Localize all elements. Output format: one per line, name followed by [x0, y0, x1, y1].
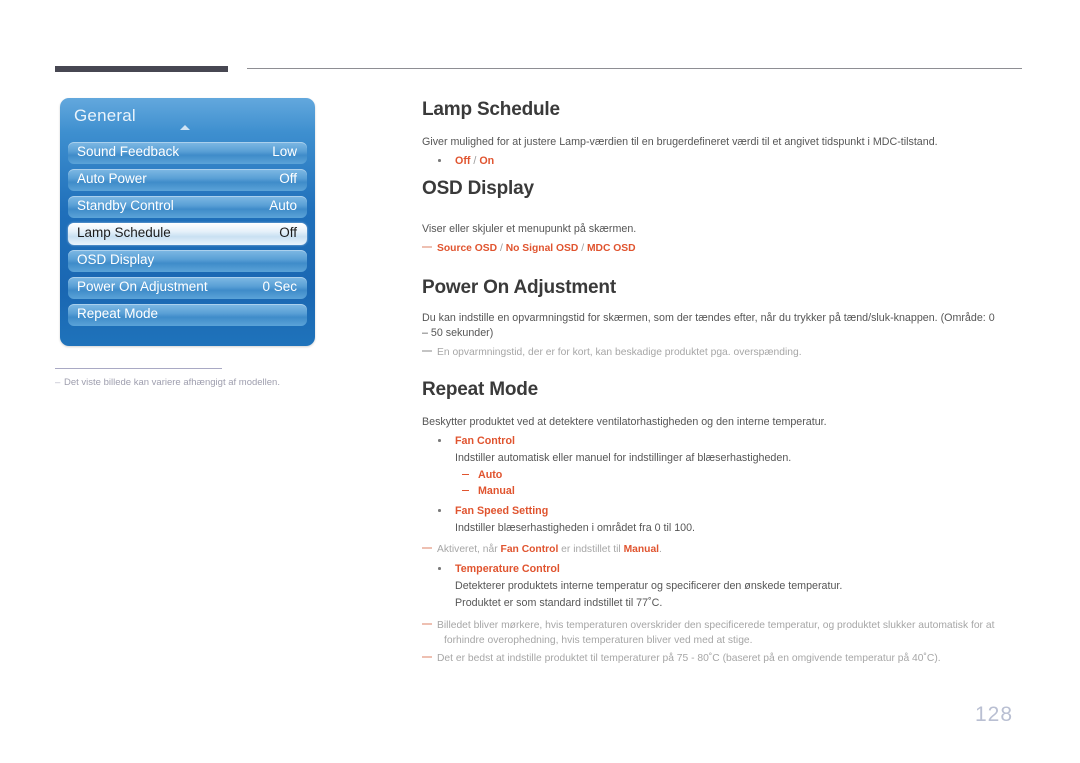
left-note-divider: [55, 368, 222, 369]
lamp-schedule-body: Giver mulighed for at justere Lamp-værdi…: [422, 136, 938, 148]
list-item: Auto: [422, 467, 822, 483]
note-dash-icon: [422, 246, 432, 248]
fan-control-options: Auto Manual: [422, 467, 822, 499]
option-separator: /: [497, 243, 506, 254]
osd-row-value: Off: [279, 171, 297, 186]
bullet-dot-icon: [438, 509, 441, 512]
note-dash-icon: [422, 623, 432, 625]
repeat-mode-temperature-control-item: Temperature Control: [422, 561, 982, 577]
note-text-pre: Aktiveret, når: [437, 544, 501, 555]
best-temperature-note: Det er bedst at indstille produktet til …: [422, 651, 1037, 666]
osd-row-value: Auto: [269, 198, 297, 213]
osd-row-label: OSD Display: [77, 252, 155, 267]
note-dash-icon: [422, 547, 432, 549]
repeat-mode-fan-control-item: Fan Control: [422, 433, 982, 449]
osd-row-lamp-schedule[interactable]: Lamp Schedule Off: [68, 223, 307, 245]
note-text-fan-control: Fan Control: [500, 544, 559, 555]
list-item: Off / On: [422, 153, 822, 169]
fan-speed-setting-description: Indstiller blæserhastigheden i området f…: [455, 522, 696, 534]
osd-row-auto-power[interactable]: Auto Power Off: [68, 169, 307, 191]
osd-row-label: Lamp Schedule: [77, 225, 171, 240]
osd-row-repeat-mode[interactable]: Repeat Mode: [68, 304, 307, 326]
note-text: Det er bedst at indstille produktet til …: [437, 653, 941, 664]
left-note: – Det viste billede kan variere afhængigt…: [55, 376, 385, 390]
osd-row-sound-feedback[interactable]: Sound Feedback Low: [68, 142, 307, 164]
label-fan-control: Fan Control: [455, 435, 515, 447]
osd-display-options-note: Source OSD / No Signal OSD / MDC OSD: [422, 241, 997, 256]
option-auto: Auto: [478, 469, 503, 481]
note-dash-icon: [422, 656, 432, 658]
dash-icon: [462, 490, 469, 492]
note-text-line-2: forhindre overophedning, hvis temperatur…: [444, 635, 753, 646]
heading-lamp-schedule: Lamp Schedule: [422, 99, 560, 120]
list-item: Temperature Control: [422, 561, 982, 577]
fan-speed-enabled-note: Aktiveret, når Fan Control er indstillet…: [422, 542, 997, 557]
option-off: Off: [455, 155, 471, 167]
left-note-dash: –: [55, 377, 61, 388]
temperature-control-description-1: Detekterer produktets interne temperatur…: [455, 580, 843, 592]
note-text: En opvarmningstid, der er for kort, kan …: [437, 347, 802, 358]
option-source-osd: Source OSD: [437, 243, 498, 254]
bullet-dot-icon: [438, 159, 441, 162]
option-separator: /: [578, 243, 587, 254]
bullet-dot-icon: [438, 439, 441, 442]
osd-row-power-on-adjustment[interactable]: Power On Adjustment 0 Sec: [68, 277, 307, 299]
osd-row-value: Off: [279, 225, 297, 240]
osd-row-label: Repeat Mode: [77, 306, 159, 321]
note-dash-icon: [422, 350, 432, 352]
heading-power-on-adjustment: Power On Adjustment: [422, 277, 616, 298]
osd-display-body: Viser eller skjuler et menupunkt på skær…: [422, 223, 637, 235]
list-item: Fan Speed Setting: [422, 503, 982, 519]
option-mdc-osd: MDC OSD: [586, 243, 636, 254]
list-item: Fan Control: [422, 433, 982, 449]
repeat-mode-body: Beskytter produktet ved at detektere ven…: [422, 416, 827, 428]
osd-menu-list: Sound Feedback Low Auto Power Off Standb…: [68, 142, 307, 331]
label-fan-speed-setting: Fan Speed Setting: [455, 505, 549, 517]
power-on-adjustment-note: En opvarmningstid, der er for kort, kan …: [422, 345, 997, 360]
note-text-manual: Manual: [623, 544, 660, 555]
page-number: 128: [975, 703, 1014, 726]
osd-row-value: Low: [272, 144, 297, 159]
osd-row-label: Auto Power: [77, 171, 147, 186]
left-column: General Sound Feedback Low Auto Power Of…: [0, 0, 420, 763]
list-item: Manual: [422, 483, 822, 499]
heading-osd-display: OSD Display: [422, 178, 534, 199]
option-no-signal-osd: No Signal OSD: [505, 243, 579, 254]
osd-menu-panel: General Sound Feedback Low Auto Power Of…: [60, 98, 315, 346]
power-on-adjustment-body: Du kan indstille en opvarmningstid for s…: [422, 312, 995, 339]
osd-row-osd-display[interactable]: OSD Display: [68, 250, 307, 272]
bullet-dot-icon: [438, 567, 441, 570]
lamp-schedule-options: Off / On: [422, 153, 822, 169]
caret-up-icon: [180, 125, 190, 130]
osd-row-value: 0 Sec: [262, 279, 297, 294]
temperature-control-description-2: Produktet er som standard indstillet til…: [455, 597, 663, 609]
osd-menu-title: General: [74, 106, 136, 125]
repeat-mode-fan-speed-item: Fan Speed Setting: [422, 503, 982, 519]
overheat-note: Billedet bliver mørkere, hvis temperatur…: [422, 618, 1037, 648]
label-temperature-control: Temperature Control: [455, 563, 560, 575]
dash-icon: [462, 474, 469, 476]
note-text-line-1: Billedet bliver mørkere, hvis temperatur…: [437, 620, 995, 631]
osd-row-label: Power On Adjustment: [77, 279, 208, 294]
osd-row-label: Sound Feedback: [77, 144, 180, 159]
note-text-mid: er indstillet til: [558, 544, 624, 555]
fan-control-description: Indstiller automatisk eller manuel for i…: [455, 452, 792, 464]
heading-repeat-mode: Repeat Mode: [422, 379, 539, 400]
left-note-text: Det viste billede kan variere afhængigt …: [64, 377, 280, 388]
note-text-post: .: [659, 544, 662, 555]
right-column: Lamp Schedule Giver mulighed for at just…: [422, 0, 1032, 763]
osd-row-label: Standby Control: [77, 198, 174, 213]
option-manual: Manual: [478, 485, 515, 497]
option-on: On: [479, 155, 495, 167]
osd-row-standby-control[interactable]: Standby Control Auto: [68, 196, 307, 218]
